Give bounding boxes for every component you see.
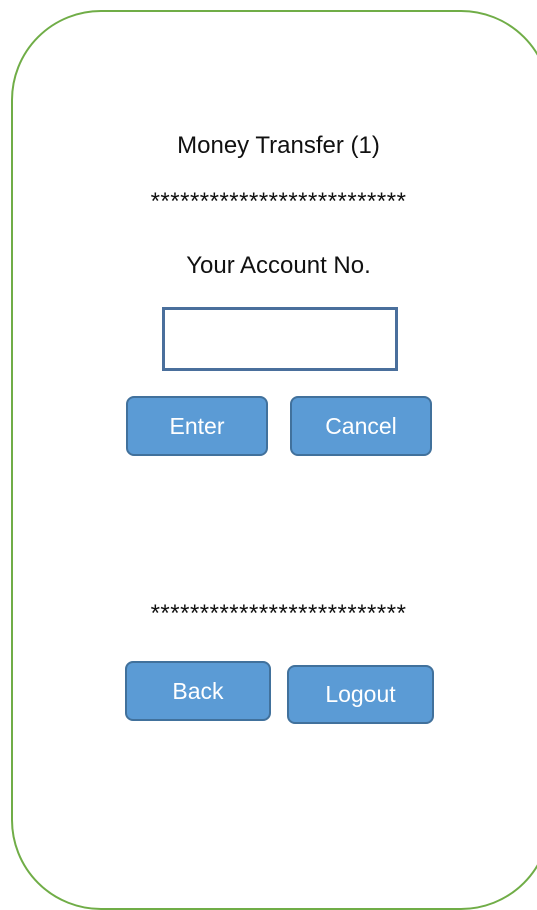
back-button[interactable]: Back [125, 661, 271, 721]
cancel-button[interactable]: Cancel [290, 396, 432, 456]
top-separator: ************************** [150, 188, 407, 215]
logout-button[interactable]: Logout [287, 665, 434, 724]
enter-button[interactable]: Enter [126, 396, 268, 456]
account-number-input[interactable] [162, 307, 398, 371]
account-number-label: Your Account No. [186, 252, 371, 279]
bottom-separator: ************************** [150, 600, 407, 627]
page-title: Money Transfer (1) [177, 132, 380, 159]
